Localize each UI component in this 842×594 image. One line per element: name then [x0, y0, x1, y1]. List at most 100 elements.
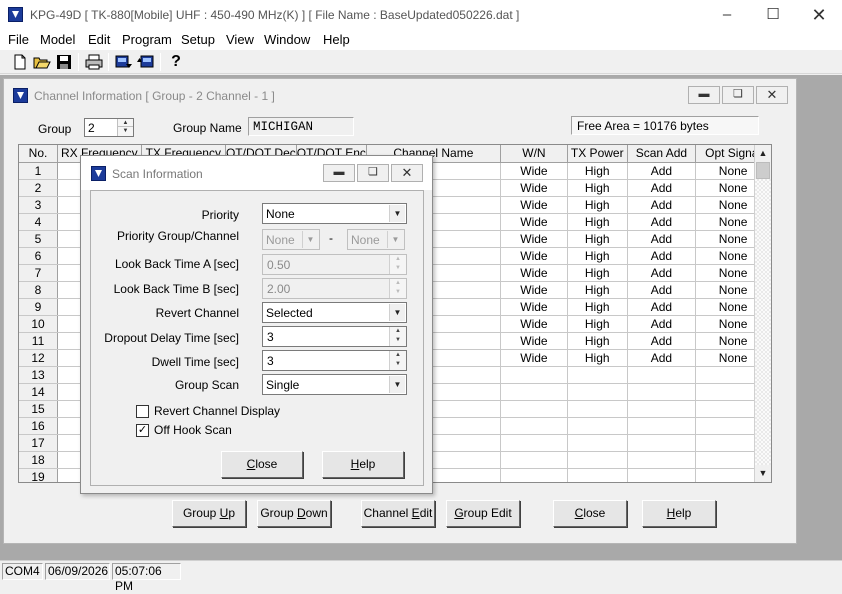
cell-no[interactable]: 18: [19, 451, 59, 469]
chevron-down-icon[interactable]: ▼: [389, 376, 405, 393]
cell-scan-add[interactable]: Add: [627, 281, 697, 299]
group-scan-select[interactable]: Single ▼: [262, 374, 407, 395]
cell-no[interactable]: 7: [19, 264, 59, 282]
cell-no[interactable]: 10: [19, 315, 59, 333]
cell-no[interactable]: 2: [19, 179, 59, 197]
revert-channel-display-label[interactable]: Revert Channel Display: [154, 404, 280, 418]
cell-wn[interactable]: [500, 383, 568, 401]
cell-no[interactable]: 15: [19, 400, 59, 418]
cell-wn[interactable]: [500, 366, 568, 384]
cell-scan-add[interactable]: [627, 468, 697, 482]
cell-wn[interactable]: [500, 468, 568, 482]
scan-help-button[interactable]: Help: [322, 451, 404, 478]
cell-wn[interactable]: Wide: [500, 213, 568, 231]
revert-channel-select[interactable]: Selected ▼: [262, 302, 407, 323]
cell-no[interactable]: 9: [19, 298, 59, 316]
revert-channel-display-checkbox[interactable]: [136, 405, 149, 418]
maximize-icon[interactable]: ☐: [750, 0, 796, 30]
priority-select[interactable]: None ▼: [262, 203, 407, 224]
cell-tx-power[interactable]: High: [567, 264, 628, 282]
cell-tx-power[interactable]: High: [567, 281, 628, 299]
cell-tx-power[interactable]: [567, 468, 628, 482]
cell-scan-add[interactable]: Add: [627, 162, 697, 180]
save-disk-icon[interactable]: [54, 52, 74, 72]
cell-wn[interactable]: Wide: [500, 162, 568, 180]
cell-tx-power[interactable]: High: [567, 213, 628, 231]
cell-scan-add[interactable]: Add: [627, 179, 697, 197]
col-header-scan-add[interactable]: Scan Add: [627, 145, 697, 163]
cell-tx-power[interactable]: [567, 417, 628, 435]
cell-scan-add[interactable]: [627, 434, 697, 452]
menu-file[interactable]: File: [8, 32, 29, 47]
scroll-track[interactable]: [755, 179, 771, 465]
cell-tx-power[interactable]: [567, 434, 628, 452]
cell-wn[interactable]: Wide: [500, 298, 568, 316]
new-file-icon[interactable]: [10, 52, 30, 72]
read-radio-icon[interactable]: [114, 52, 134, 72]
cell-tx-power[interactable]: High: [567, 196, 628, 214]
scroll-down-icon[interactable]: ▼: [755, 465, 771, 482]
spin-down-icon[interactable]: ▼: [390, 360, 406, 369]
print-icon[interactable]: [84, 52, 104, 72]
cell-no[interactable]: 12: [19, 349, 59, 367]
col-header-tx-power[interactable]: TX Power: [567, 145, 628, 163]
channel-edit-button[interactable]: Channel Edit: [361, 500, 435, 527]
cell-wn[interactable]: Wide: [500, 179, 568, 197]
cell-tx-power[interactable]: High: [567, 315, 628, 333]
cell-tx-power[interactable]: [567, 400, 628, 418]
cell-scan-add[interactable]: Add: [627, 247, 697, 265]
chevron-down-icon[interactable]: ▼: [389, 304, 405, 321]
cell-scan-add[interactable]: Add: [627, 230, 697, 248]
cell-wn[interactable]: Wide: [500, 247, 568, 265]
cell-tx-power[interactable]: [567, 366, 628, 384]
group-up-button[interactable]: Group Up: [172, 500, 246, 527]
spin-down-icon[interactable]: ▼: [390, 336, 406, 345]
spin-up-icon[interactable]: ▲: [390, 327, 406, 336]
off-hook-scan-checkbox[interactable]: ✓: [136, 424, 149, 437]
menu-window[interactable]: Window: [264, 32, 310, 47]
scan-dialog-minimize-icon[interactable]: ▬: [323, 164, 355, 182]
scroll-up-icon[interactable]: ▲: [755, 145, 771, 162]
channel-window-restore-icon[interactable]: ❏: [722, 86, 754, 104]
menu-model[interactable]: Model: [40, 32, 75, 47]
cell-no[interactable]: 13: [19, 366, 59, 384]
cell-wn[interactable]: Wide: [500, 315, 568, 333]
cell-tx-power[interactable]: High: [567, 247, 628, 265]
cell-scan-add[interactable]: [627, 383, 697, 401]
cell-wn[interactable]: [500, 417, 568, 435]
cell-wn[interactable]: Wide: [500, 196, 568, 214]
cell-tx-power[interactable]: [567, 451, 628, 469]
cell-tx-power[interactable]: High: [567, 332, 628, 350]
cell-scan-add[interactable]: [627, 400, 697, 418]
cell-scan-add[interactable]: Add: [627, 196, 697, 214]
dropout-delay-spinner[interactable]: 3 ▲ ▼: [262, 326, 407, 347]
cell-tx-power[interactable]: High: [567, 230, 628, 248]
close-icon[interactable]: ✕: [796, 0, 842, 30]
cell-wn[interactable]: [500, 451, 568, 469]
cell-tx-power[interactable]: [567, 383, 628, 401]
cell-wn[interactable]: Wide: [500, 281, 568, 299]
scroll-thumb[interactable]: [756, 162, 770, 179]
close-button[interactable]: Close: [553, 500, 627, 527]
scan-dialog-restore-icon[interactable]: ❏: [357, 164, 389, 182]
cell-wn[interactable]: Wide: [500, 332, 568, 350]
cell-no[interactable]: 8: [19, 281, 59, 299]
menu-program[interactable]: Program: [122, 32, 172, 47]
cell-no[interactable]: 5: [19, 230, 59, 248]
help-button[interactable]: Help: [642, 500, 716, 527]
cell-scan-add[interactable]: [627, 451, 697, 469]
help-question-icon[interactable]: ?: [166, 52, 186, 72]
cell-scan-add[interactable]: Add: [627, 298, 697, 316]
off-hook-scan-label[interactable]: Off Hook Scan: [154, 423, 232, 437]
cell-scan-add[interactable]: Add: [627, 315, 697, 333]
spin-down-icon[interactable]: ▼: [118, 127, 133, 135]
scan-dialog-close-icon[interactable]: ✕: [391, 164, 423, 182]
cell-tx-power[interactable]: High: [567, 162, 628, 180]
spin-up-icon[interactable]: ▲: [118, 119, 133, 127]
cell-wn[interactable]: [500, 400, 568, 418]
menu-help[interactable]: Help: [323, 32, 350, 47]
col-header-no[interactable]: No.: [19, 145, 59, 163]
menu-edit[interactable]: Edit: [88, 32, 110, 47]
cell-wn[interactable]: [500, 434, 568, 452]
cell-no[interactable]: 14: [19, 383, 59, 401]
